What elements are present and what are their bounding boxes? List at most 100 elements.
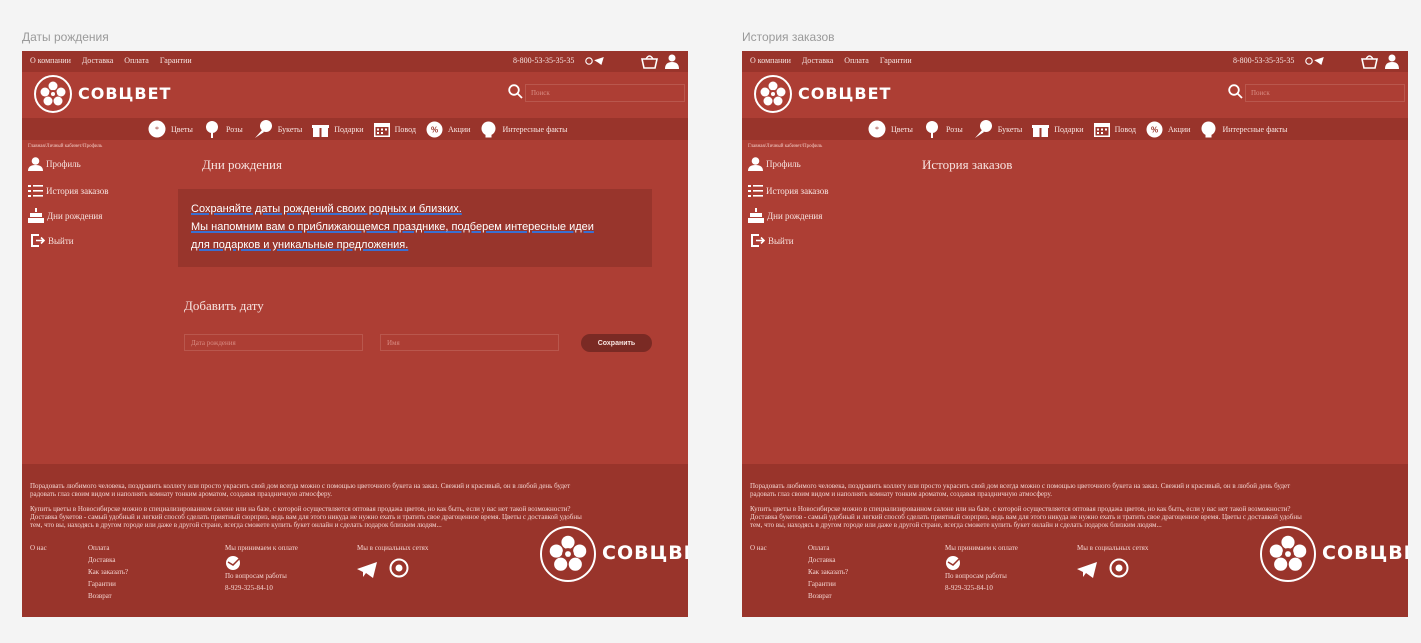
frame-label: История заказов — [742, 30, 835, 44]
top-bar: О компании Доставка Оплата Гарантии 8-800-5… — [22, 51, 688, 72]
category-sales[interactable]: % Акции — [1146, 121, 1190, 138]
add-date-title: Добавить дату — [184, 298, 264, 313]
sidebar-item-profile[interactable]: Профиль — [748, 157, 801, 171]
footer-link[interactable]: Оплата — [808, 544, 848, 552]
footer-payment: Мы принимаем к оплате По вопросам работы… — [945, 544, 1018, 592]
category-sales[interactable]: % Акции — [426, 121, 470, 138]
category-occasion[interactable]: Повод — [1093, 121, 1136, 137]
sidebar-item-birthdays[interactable]: Дни рождения — [28, 208, 102, 223]
telegram-icon[interactable] — [1314, 57, 1324, 65]
basket-icon[interactable] — [1361, 54, 1378, 69]
phone-number[interactable]: 8-800-53-35-35-35 — [1233, 56, 1294, 65]
list-icon — [748, 185, 763, 197]
footer-link[interactable]: Доставка — [88, 556, 128, 564]
breadcrumb[interactable]: Главная/Личный кабинет/Профиль — [748, 144, 822, 149]
category-bouquets[interactable]: Букеты — [253, 119, 302, 139]
nav-delivery[interactable]: Доставка — [82, 56, 113, 65]
sidebar-item-logout[interactable]: Выйти — [31, 234, 74, 247]
footer-text: Порадовать любимого человека, поздравить… — [30, 482, 571, 498]
logo-text[interactable]: СОВЦВЕТ — [78, 84, 171, 103]
footer-link[interactable]: Доставка — [808, 556, 848, 564]
user-icon — [748, 157, 763, 171]
orders-frame: О компании Доставка Оплата Гарантии 8-800-5… — [742, 51, 1408, 617]
footer-payment: Мы принимаем к оплате По вопросам работы… — [225, 544, 298, 592]
nav-guarantee[interactable]: Гарантии — [160, 56, 192, 65]
category-bar: * Цветы Розы Букеты Подарки Повод % Акции … — [22, 118, 688, 140]
category-occasion[interactable]: Повод — [373, 121, 416, 137]
search-icon[interactable] — [508, 84, 523, 99]
sidebar-item-logout[interactable]: Выйти — [751, 234, 794, 247]
search-input[interactable] — [525, 84, 685, 102]
nav-guarantee[interactable]: Гарантии — [880, 56, 912, 65]
footer-logo[interactable] — [540, 526, 596, 582]
flower-icon: * — [868, 120, 886, 138]
category-facts[interactable]: Интересные факты — [480, 121, 567, 138]
footer-link[interactable]: Возврат — [88, 592, 128, 600]
user-icon[interactable] — [1385, 54, 1399, 69]
whatsapp-icon[interactable] — [389, 558, 409, 578]
footer-logo-text[interactable]: СОВЦВЕТ — [602, 542, 688, 564]
user-icon — [28, 157, 43, 171]
footer-logo-text[interactable]: СОВЦВЕТ — [1322, 542, 1408, 564]
percent-icon: % — [426, 121, 443, 137]
category-bar: * Цветы Розы Букеты Подарки Повод % Акции … — [742, 118, 1408, 140]
search-input[interactable] — [1245, 84, 1405, 102]
footer-logo[interactable] — [1260, 526, 1316, 582]
save-button[interactable]: Сохранить — [581, 334, 652, 352]
whatsapp-icon[interactable] — [585, 57, 593, 65]
user-icon[interactable] — [665, 54, 679, 69]
flower-icon: * — [148, 120, 166, 138]
footer-link[interactable]: Возврат — [808, 592, 848, 600]
sidebar-item-birthdays[interactable]: Дни рождения — [748, 208, 822, 223]
category-flowers[interactable]: * Цветы — [148, 120, 193, 138]
breadcrumb[interactable]: Главная/Личный кабинет/Профиль — [28, 144, 102, 149]
footer-link[interactable]: Оплата — [88, 544, 128, 552]
page-title: Дни рождения — [202, 157, 282, 172]
footer-link[interactable]: Гарантии — [808, 580, 848, 588]
category-facts[interactable]: Интересные факты — [1200, 121, 1287, 138]
bouquet-icon — [974, 120, 992, 138]
calendar-icon — [373, 123, 390, 137]
nav-payment[interactable]: Оплата — [124, 56, 149, 65]
nav-about[interactable]: О компании — [750, 56, 791, 65]
category-flowers[interactable]: * Цветы — [868, 120, 913, 138]
category-roses[interactable]: Розы — [923, 120, 963, 138]
phone-number[interactable]: 8-800-53-35-35-35 — [513, 56, 574, 65]
birthdate-field[interactable] — [184, 334, 363, 351]
footer-link[interactable]: Как заказать? — [88, 568, 128, 576]
bulb-icon — [481, 121, 496, 137]
sidebar-item-orders[interactable]: История заказов — [28, 184, 109, 198]
flower-logo-icon — [1269, 535, 1307, 571]
footer-link[interactable]: Как заказать? — [808, 568, 848, 576]
percent-icon: % — [1146, 121, 1163, 137]
category-gifts[interactable]: Подарки — [312, 121, 364, 138]
nav-delivery[interactable]: Доставка — [802, 56, 833, 65]
nav-about[interactable]: О компании — [30, 56, 71, 65]
sidebar-item-orders[interactable]: История заказов — [748, 184, 829, 198]
svg-text:%: % — [431, 125, 438, 134]
footer-about[interactable]: О нас — [750, 544, 767, 552]
cake-icon — [28, 208, 44, 223]
footer-link[interactable]: Гарантии — [88, 580, 128, 588]
category-gifts[interactable]: Подарки — [1032, 121, 1084, 138]
basket-icon[interactable] — [641, 54, 658, 69]
logo-text[interactable]: СОВЦВЕТ — [798, 84, 891, 103]
telegram-icon[interactable] — [1077, 562, 1097, 578]
category-bouquets[interactable]: Букеты — [973, 119, 1022, 139]
telegram-icon[interactable] — [594, 57, 604, 65]
whatsapp-icon[interactable] — [1109, 558, 1129, 578]
telegram-icon[interactable] — [357, 562, 377, 578]
rose-icon — [925, 121, 938, 138]
search-icon[interactable] — [1228, 84, 1243, 99]
logo[interactable] — [34, 75, 72, 113]
nav-payment[interactable]: Оплата — [844, 56, 869, 65]
sidebar-item-profile[interactable]: Профиль — [28, 157, 81, 171]
gift-icon — [1032, 122, 1050, 137]
whatsapp-icon[interactable] — [1305, 57, 1313, 65]
footer: Порадовать любимого человека, поздравить… — [742, 464, 1408, 617]
footer-about[interactable]: О нас — [30, 544, 47, 552]
top-nav: О компании Доставка Оплата Гарантии — [30, 56, 203, 65]
name-field[interactable] — [380, 334, 559, 351]
logo[interactable] — [754, 75, 792, 113]
category-roses[interactable]: Розы — [203, 120, 243, 138]
